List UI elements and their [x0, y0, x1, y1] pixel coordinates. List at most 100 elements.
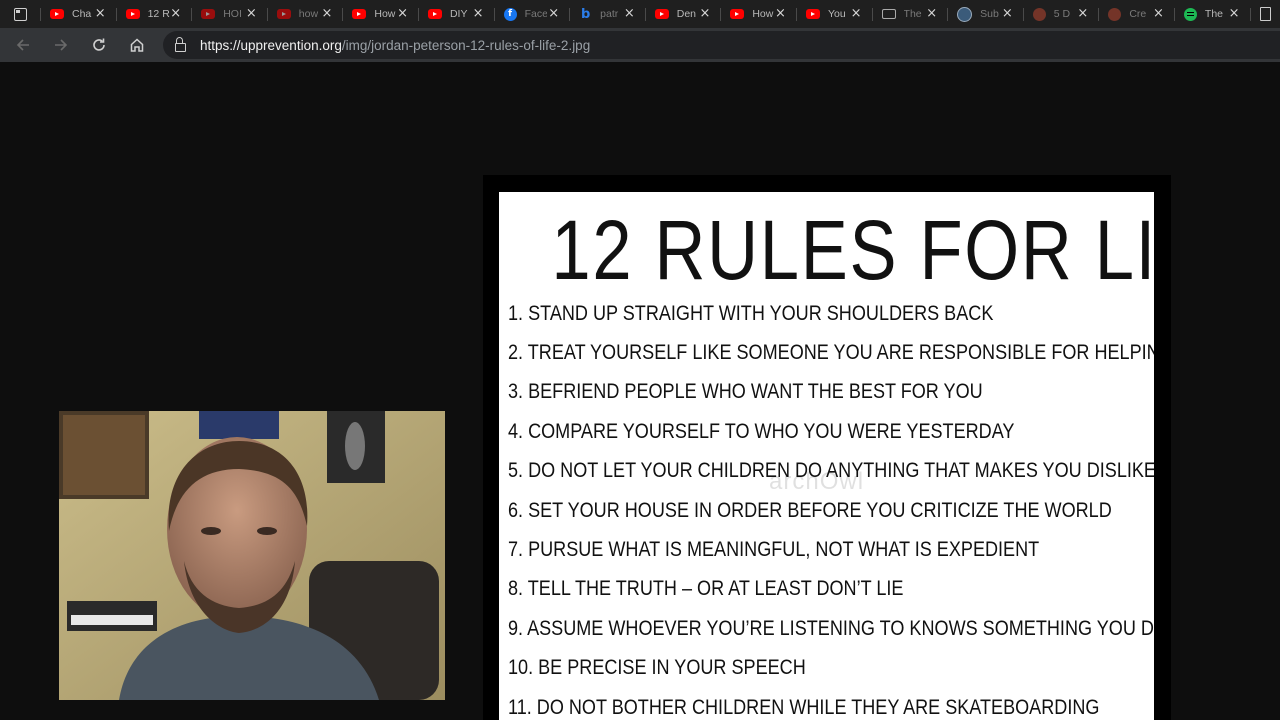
tab[interactable]: The × [1173, 0, 1250, 28]
facebook-icon: f [503, 7, 517, 21]
youtube-icon [654, 9, 669, 19]
tab-close-button[interactable]: × [473, 6, 484, 22]
tab[interactable]: How × [720, 0, 796, 28]
tab-close-button[interactable]: × [548, 6, 559, 22]
youtube-icon [352, 9, 367, 19]
arrow-left-icon [16, 39, 29, 51]
tab-close-button[interactable]: × [246, 6, 257, 22]
tab[interactable]: Cha × [40, 0, 116, 28]
youtube-icon [276, 9, 291, 19]
tab-close-button[interactable]: × [321, 6, 332, 22]
rule-item: 10. BE PRECISE IN YOUR SPEECH [508, 656, 806, 680]
tab-title: How [752, 8, 774, 20]
youtube-icon [201, 9, 216, 19]
tab-title: Cre [1129, 8, 1147, 20]
rule-item: 11. DO NOT BOTHER CHILDREN WHILE THEY AR… [508, 695, 1100, 719]
reload-icon [93, 38, 105, 51]
home-button[interactable] [118, 28, 156, 62]
tab-title: The [903, 8, 922, 20]
tab-close-button[interactable]: × [1153, 6, 1164, 22]
tab-actions-icon [13, 7, 27, 21]
tab-close-button[interactable]: × [1002, 6, 1013, 22]
rule-item: 9. ASSUME WHOEVER YOU’RE LISTENING TO KN… [508, 616, 1154, 640]
youtube-icon [427, 9, 442, 19]
globe-icon [957, 6, 973, 22]
tab[interactable]: Cre × [1098, 0, 1174, 28]
spotify-icon [1183, 7, 1197, 21]
tab-title: Den [676, 8, 697, 20]
tab-title: Face [524, 8, 547, 20]
poster-title: 12 RULES FOR LIFE [551, 203, 1154, 297]
webcam-overlay [59, 411, 445, 700]
tab-close-button[interactable]: × [1077, 6, 1088, 22]
reload-button[interactable] [80, 28, 118, 62]
tab-close-button[interactable]: × [170, 6, 181, 22]
tab-title: 5 D [1053, 8, 1071, 20]
rule-item: 7. PURSUE WHAT IS MEANINGFUL, NOT WHAT I… [508, 538, 1040, 562]
youtube-icon [805, 9, 820, 19]
tab-title: how [298, 8, 319, 20]
back-button[interactable] [4, 28, 42, 62]
youtube-icon [50, 9, 64, 19]
tab-actions-menu-button[interactable] [0, 0, 40, 28]
forward-button[interactable] [42, 28, 80, 62]
tab[interactable]: Sub × [947, 0, 1023, 28]
tab[interactable]: f Face × [493, 0, 570, 28]
tab-title: Cha [72, 8, 92, 20]
page-viewport: 12 RULES FOR LIFE 1. STAND UP STRAIGHT W… [0, 62, 1280, 720]
tab[interactable]: 12 R × [115, 0, 192, 28]
tab-title: HOI [223, 8, 242, 20]
tab-close-button[interactable]: × [699, 6, 710, 22]
rules-list: 1. STAND UP STRAIGHT WITH YOUR SHOULDERS… [508, 294, 1154, 720]
document-icon [1259, 7, 1271, 21]
youtube-icon [125, 9, 140, 19]
url-host: https://upprevention.org [200, 37, 342, 53]
tab-title: DIY [449, 8, 468, 20]
watermark-text: archOwl [769, 468, 865, 495]
tab[interactable]: b patr × [569, 0, 645, 28]
tab-title: The [1204, 8, 1223, 20]
youtube-icon [730, 9, 745, 19]
url-path: /img/jordan-peterson-12-rules-of-life-2.… [341, 37, 591, 53]
tab[interactable]: You × [795, 0, 872, 28]
rule-item: 8. TELL THE TRUTH – OR AT LEAST DON’T LI… [508, 577, 904, 601]
keyboard-icon [881, 9, 896, 19]
browser-toolbar: https://upprevention.org/img/jordan-pete… [0, 28, 1280, 62]
tab-close-button[interactable]: × [926, 6, 937, 22]
tab-title: You [827, 8, 846, 20]
url-text[interactable]: https://upprevention.org/img/jordan-pete… [200, 38, 590, 53]
app-icon [1032, 7, 1046, 21]
tab-close-button[interactable]: × [95, 6, 106, 22]
tab[interactable]: How × [342, 0, 418, 28]
tab-partial[interactable] [1249, 0, 1272, 28]
tab[interactable]: HOI × [191, 0, 267, 28]
tab[interactable]: DIY × [417, 0, 494, 28]
poster-card: 12 RULES FOR LIFE 1. STAND UP STRAIGHT W… [499, 192, 1154, 720]
bing-icon: b [581, 6, 591, 22]
app-icon [1108, 7, 1122, 21]
lock-icon[interactable] [175, 36, 186, 52]
tab[interactable]: The × [871, 0, 948, 28]
tab[interactable]: 5 D × [1022, 0, 1099, 28]
tab-title: patr [600, 8, 619, 20]
tab-close-button[interactable]: × [624, 6, 635, 22]
tab-close-button[interactable]: × [775, 6, 786, 22]
tab-list: Cha × 12 R × HOI × how × How × DIY × f Face × b patr × Den… [40, 0, 1250, 28]
tab-strip: Cha × 12 R × HOI × how × How × DIY × f Face × b patr × Den… [0, 0, 1280, 28]
home-icon [130, 38, 144, 52]
rule-item: 4. COMPARE YOURSELF TO WHO YOU WERE YEST… [508, 419, 1015, 443]
tab[interactable]: how × [266, 0, 343, 28]
tab-close-button[interactable]: × [397, 6, 408, 22]
tab-title: 12 R [147, 8, 170, 20]
arrow-right-icon [55, 39, 68, 51]
rule-item: 1. STAND UP STRAIGHT WITH YOUR SHOULDERS… [508, 301, 994, 325]
webcam-video-frame [59, 411, 445, 700]
rule-item: 2. TREAT YOURSELF LIKE SOMEONE YOU ARE R… [508, 341, 1154, 365]
tab-title: Sub [980, 8, 999, 20]
poster-image: 12 RULES FOR LIFE 1. STAND UP STRAIGHT W… [483, 175, 1171, 720]
tab[interactable]: Den × [644, 0, 721, 28]
address-bar[interactable]: https://upprevention.org/img/jordan-pete… [163, 31, 1280, 59]
tab-close-button[interactable]: × [851, 6, 862, 22]
tab-close-button[interactable]: × [1229, 6, 1240, 22]
rule-item: 3. BEFRIEND PEOPLE WHO WANT THE BEST FOR… [508, 380, 983, 404]
